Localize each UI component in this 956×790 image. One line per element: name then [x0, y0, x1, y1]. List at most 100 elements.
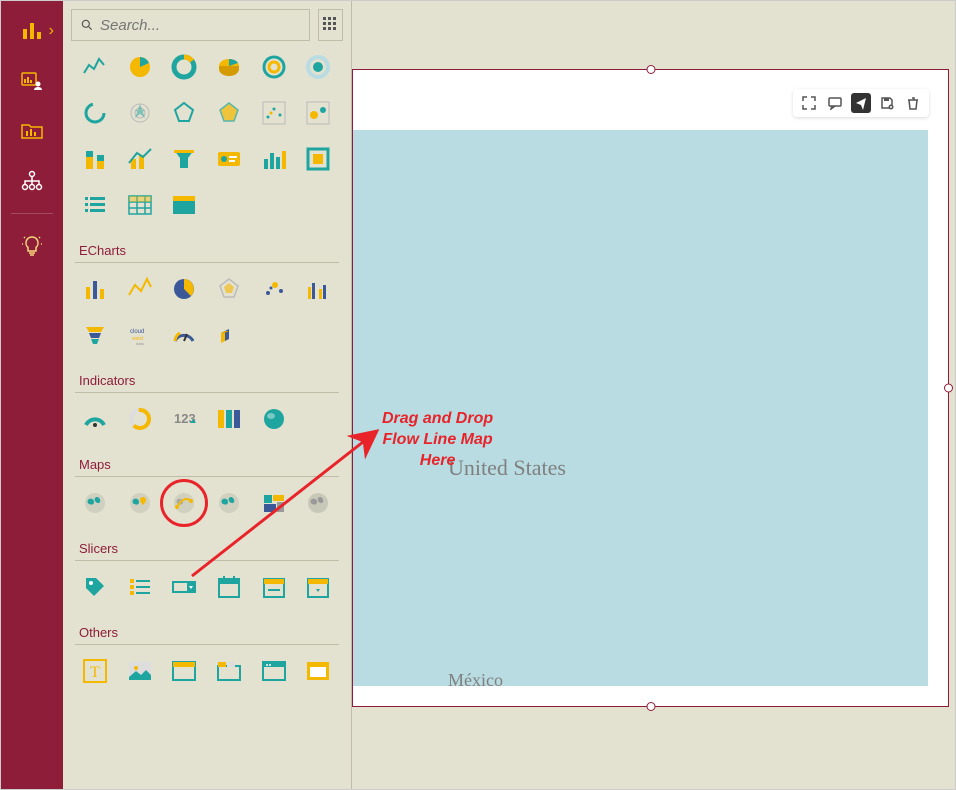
stacked-bar-icon[interactable] — [77, 141, 113, 177]
tabs-icon[interactable] — [211, 653, 247, 689]
grid-icon — [323, 17, 339, 33]
list-slicer-icon[interactable] — [122, 569, 158, 605]
nested-pie-icon[interactable] — [256, 49, 292, 85]
marker-map-icon[interactable] — [122, 485, 158, 521]
scatter-icon[interactable] — [256, 95, 292, 131]
comment-button[interactable] — [825, 93, 845, 113]
funnel-icon[interactable] — [166, 141, 202, 177]
frame-icon[interactable] — [300, 141, 336, 177]
share-button[interactable] — [851, 93, 871, 113]
section-title-maps: Maps — [75, 451, 339, 477]
date-range-slicer-icon[interactable] — [256, 569, 292, 605]
panel-icon[interactable] — [166, 653, 202, 689]
gauge-indicator-icon[interactable] — [77, 401, 113, 437]
echarts-line-icon[interactable] — [122, 271, 158, 307]
search-box[interactable] — [71, 9, 310, 41]
globe-grey-icon[interactable] — [300, 485, 336, 521]
tag-slicer-icon[interactable] — [77, 569, 113, 605]
radar-icon[interactable] — [122, 95, 158, 131]
iframe-icon[interactable] — [300, 653, 336, 689]
section-maps: Maps — [63, 451, 351, 529]
echarts-gauge-icon[interactable] — [166, 317, 202, 353]
svg-text:T: T — [90, 664, 100, 681]
nav-rail — [1, 1, 63, 789]
hierarchy-icon — [20, 169, 44, 193]
bar-chart-icon — [20, 19, 44, 43]
echarts-bar-icon[interactable] — [77, 271, 113, 307]
bubble-icon[interactable] — [300, 95, 336, 131]
search-icon — [80, 18, 94, 32]
radial-progress-icon[interactable] — [77, 95, 113, 131]
save-button[interactable] — [877, 93, 897, 113]
search-input[interactable] — [100, 17, 301, 34]
echarts-3d-bar-icon[interactable] — [211, 317, 247, 353]
widget-frame[interactable]: United States México — [352, 69, 949, 707]
text-widget-icon[interactable]: T — [77, 653, 113, 689]
svg-text:123: 123 — [174, 411, 196, 426]
polygon-outline-icon[interactable] — [166, 95, 202, 131]
sphere-indicator-icon[interactable] — [256, 401, 292, 437]
window-icon[interactable] — [256, 653, 292, 689]
flow-line-map-icon[interactable] — [166, 485, 202, 521]
echarts-grouped-bar-icon[interactable] — [300, 271, 336, 307]
section-others: Others T — [63, 619, 351, 697]
column-chart-icon[interactable] — [256, 141, 292, 177]
resize-handle-right[interactable] — [944, 384, 953, 393]
map-label-mexico: México — [448, 670, 503, 686]
widget-palette: ECharts cloudworddata Indicators 123 — [63, 1, 352, 789]
list-icon[interactable] — [77, 187, 113, 223]
section-title-others: Others — [75, 619, 339, 645]
globe-map-icon[interactable] — [77, 485, 113, 521]
echarts-pie-icon[interactable] — [166, 271, 202, 307]
donut-chart-icon[interactable] — [166, 49, 202, 85]
nav-ideas[interactable] — [8, 224, 56, 268]
map-viewport[interactable]: United States México — [353, 130, 928, 686]
dropdown-slicer-icon[interactable] — [166, 569, 202, 605]
pie-chart-icon[interactable] — [122, 49, 158, 85]
section-indicators: Indicators 123 — [63, 367, 351, 445]
grid-view-toggle[interactable] — [318, 9, 343, 41]
echarts-scatter-icon[interactable] — [256, 271, 292, 307]
folder-chart-icon — [20, 119, 44, 143]
dashboard-person-icon — [20, 69, 44, 93]
section-title-indicators: Indicators — [75, 367, 339, 393]
palette-header — [63, 1, 351, 49]
annotation-text: Drag and Drop Flow Line Map Here — [382, 409, 493, 471]
date-slicer-icon[interactable] — [211, 569, 247, 605]
nav-folder[interactable] — [8, 109, 56, 153]
card-icon[interactable] — [211, 141, 247, 177]
kpi-bars-icon[interactable] — [211, 401, 247, 437]
fullscreen-button[interactable] — [799, 93, 819, 113]
svg-text:data: data — [136, 341, 145, 346]
choropleth-icon[interactable] — [256, 485, 292, 521]
table-icon[interactable] — [122, 187, 158, 223]
design-canvas[interactable]: United States México Drag and Drop Flow … — [352, 1, 955, 789]
echarts-funnel-icon[interactable] — [77, 317, 113, 353]
nav-dashboard[interactable] — [8, 59, 56, 103]
combo-chart-icon[interactable] — [122, 141, 158, 177]
section-slicers: Slicers — [63, 535, 351, 613]
line-chart-icon[interactable] — [77, 49, 113, 85]
section-echarts: ECharts cloudworddata — [63, 237, 351, 361]
heat-map-icon[interactable] — [211, 485, 247, 521]
circular-indicator-icon[interactable] — [122, 401, 158, 437]
nav-charts[interactable] — [8, 9, 56, 53]
image-insert-icon[interactable] — [122, 653, 158, 689]
image-widget-icon[interactable] — [166, 187, 202, 223]
pie-3d-icon[interactable] — [211, 49, 247, 85]
echarts-radar-icon[interactable] — [211, 271, 247, 307]
svg-text:cloud: cloud — [130, 329, 144, 335]
nav-hierarchy[interactable] — [8, 159, 56, 203]
lightbulb-icon — [20, 234, 44, 258]
widget-toolbar — [793, 89, 929, 117]
delete-button[interactable] — [903, 93, 923, 113]
polygon-fill-icon[interactable] — [211, 95, 247, 131]
date-dropdown-slicer-icon[interactable] — [300, 569, 336, 605]
sunburst-icon[interactable] — [300, 49, 336, 85]
numeric-indicator-icon[interactable]: 123 — [166, 401, 202, 437]
section-title-echarts: ECharts — [75, 237, 339, 263]
section-title-slicers: Slicers — [75, 535, 339, 561]
resize-handle-bottom[interactable] — [646, 702, 655, 711]
echarts-wordcloud-icon[interactable]: cloudworddata — [122, 317, 158, 353]
resize-handle-top[interactable] — [646, 65, 655, 74]
